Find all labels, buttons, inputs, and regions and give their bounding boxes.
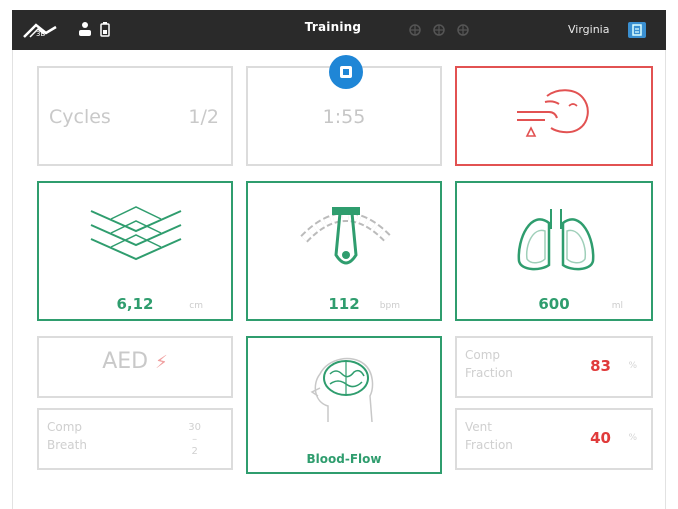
compression-rate-value: 112 xyxy=(328,295,360,313)
vent-fraction-panel: Vent Fraction 40 % xyxy=(455,408,653,470)
connection-icon xyxy=(457,24,469,36)
compression-rate-panel: 112 bpm xyxy=(246,181,442,321)
head-airway-icon xyxy=(517,89,589,137)
lightning-icon: ⚡ xyxy=(155,352,168,373)
svg-text:3B: 3B xyxy=(36,30,45,38)
cycles-value: 1/2 xyxy=(188,106,219,128)
timer-value: 1:55 xyxy=(322,106,366,128)
lungs-icon xyxy=(517,209,595,271)
connection-indicators xyxy=(408,23,470,37)
logo-icon: 3B xyxy=(23,23,57,38)
comp-breath-label: Comp Breath xyxy=(47,420,87,452)
brain-head-icon xyxy=(310,357,374,423)
user-name[interactable]: Virginia xyxy=(568,23,609,36)
comp-breath-panel: Comp Breath 30–2 xyxy=(37,408,233,470)
aed-label: AED ⚡ xyxy=(102,349,168,374)
vent-fraction-value: 40 xyxy=(590,429,611,447)
comp-fraction-unit: % xyxy=(628,361,637,371)
ventilation-volume-unit: ml xyxy=(611,301,623,311)
top-bar: 3B Training Virginia xyxy=(12,10,666,50)
vent-fraction-unit: % xyxy=(628,433,637,443)
user-icon[interactable] xyxy=(628,22,646,38)
compression-depth-unit: cm xyxy=(189,301,203,311)
compression-rate-unit: bpm xyxy=(379,301,400,311)
connection-icon xyxy=(409,24,421,36)
ventilation-volume-panel: 600 ml xyxy=(455,181,653,321)
compression-layers-icon xyxy=(90,206,182,261)
stop-icon xyxy=(340,66,352,78)
compression-depth-panel: 6,12 cm xyxy=(37,181,233,321)
connection-icon xyxy=(433,24,445,36)
comp-fraction-panel: Comp Fraction 83 % xyxy=(455,336,653,398)
rate-gauge-icon xyxy=(300,207,392,265)
cycles-panel: Cycles 1/2 xyxy=(37,66,233,166)
vent-fraction-label: Vent Fraction xyxy=(465,420,513,452)
blood-flow-label: Blood-Flow xyxy=(306,452,382,466)
person-icon[interactable] xyxy=(78,21,92,37)
airway-panel[interactable] xyxy=(455,66,653,166)
comp-fraction-value: 83 xyxy=(590,357,611,375)
comp-fraction-label: Comp Fraction xyxy=(465,348,513,380)
comp-breath-ratio: 30–2 xyxy=(188,422,201,457)
battery-icon xyxy=(100,22,110,37)
stop-button[interactable] xyxy=(329,55,363,89)
aed-panel[interactable]: AED ⚡ xyxy=(37,336,233,398)
blood-flow-panel[interactable]: Blood-Flow xyxy=(246,336,442,474)
cycles-label: Cycles xyxy=(49,106,111,128)
